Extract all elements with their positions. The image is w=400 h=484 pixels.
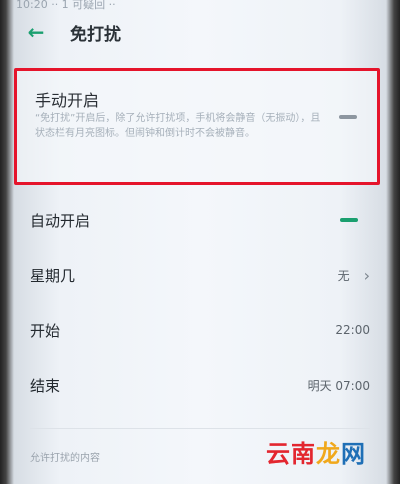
- weekday-label: 星期几: [30, 266, 76, 285]
- end-time-row[interactable]: 结束 明天 07:00: [30, 365, 370, 405]
- auto-enable-label: 自动开启: [30, 211, 91, 230]
- site-watermark: 云南龙网: [266, 440, 366, 468]
- start-time-value: 22:00: [335, 323, 370, 337]
- auto-enable-toggle[interactable]: [340, 218, 358, 222]
- allowed-content-header: 允许打扰的内容: [30, 453, 100, 464]
- weekday-row[interactable]: 星期几 无 ›: [30, 255, 370, 295]
- end-time-value: 明天 07:00: [307, 378, 370, 393]
- manual-enable-card[interactable]: 手动开启 “免打扰”开启后，除了允许打扰项，手机将会静音（无振动），且状态栏有月…: [14, 68, 380, 185]
- start-time-row[interactable]: 开始 22:00: [30, 310, 370, 350]
- page-title: 免打扰: [70, 24, 121, 45]
- end-time-label: 结束: [30, 376, 61, 395]
- arrow-left-icon: ←: [27, 20, 45, 44]
- section-divider: [30, 428, 370, 429]
- manual-enable-description: “免打扰”开启后，除了允许打扰项，手机将会静音（无振动），且状态栏有月亮图标。但…: [35, 113, 321, 139]
- auto-enable-row[interactable]: 自动开启: [30, 200, 370, 240]
- manual-enable-toggle[interactable]: [339, 115, 357, 119]
- back-button[interactable]: ←: [20, 16, 52, 48]
- start-time-label: 开始: [30, 321, 61, 340]
- chevron-right-icon: ›: [363, 265, 370, 285]
- phone-screen: 10:20 ·· 1 可疑回 ·· ← 免打扰 手动开启 “免打扰”开启后，除了…: [0, 0, 400, 484]
- status-bar: 10:20 ·· 1 可疑回 ··: [16, 0, 116, 10]
- manual-enable-label: 手动开启: [35, 91, 100, 110]
- title-bar: ← 免打扰: [20, 12, 380, 52]
- weekday-value: 无: [337, 268, 350, 283]
